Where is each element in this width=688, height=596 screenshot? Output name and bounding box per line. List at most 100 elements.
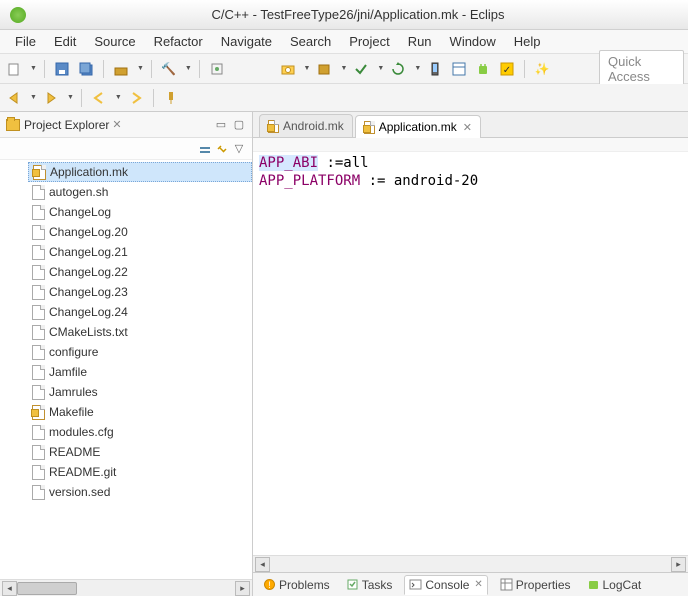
dropdown-icon[interactable]: ▼ xyxy=(340,65,347,72)
tree-item[interactable]: modules.cfg xyxy=(28,422,252,442)
menu-project[interactable]: Project xyxy=(340,34,398,49)
target-button[interactable] xyxy=(207,59,227,79)
quick-access-input[interactable]: Quick Access xyxy=(599,50,684,88)
tree-item-label: ChangeLog.24 xyxy=(49,305,128,319)
save-button[interactable] xyxy=(52,59,72,79)
project-explorer-title: Project Explorer xyxy=(24,118,109,132)
tree-item[interactable]: ChangeLog.22 xyxy=(28,262,252,282)
minimize-icon[interactable]: ▭ xyxy=(214,118,228,132)
scroll-left-button[interactable]: ◂ xyxy=(255,557,270,572)
menu-refactor[interactable]: Refactor xyxy=(145,34,212,49)
tree-item-label: ChangeLog.23 xyxy=(49,285,128,299)
tree-item[interactable]: ChangeLog.21 xyxy=(28,242,252,262)
bottom-tab-properties[interactable]: Properties xyxy=(496,576,575,594)
refresh-button[interactable] xyxy=(388,59,408,79)
scroll-thumb[interactable] xyxy=(17,582,77,595)
dropdown-icon[interactable]: ▼ xyxy=(377,65,384,72)
main-area: Project Explorer ✕ ▭ ▢ ▽ Application.mka… xyxy=(0,112,688,596)
layout-button[interactable] xyxy=(449,59,469,79)
tree-item-label: ChangeLog xyxy=(49,205,111,219)
project-explorer-tree[interactable]: Application.mkautogen.sh ChangeLog ChangeL… xyxy=(0,160,252,579)
code-area[interactable]: APP_ABI :=allAPP_PLATFORM := android-20 xyxy=(253,152,688,192)
menu-file[interactable]: File xyxy=(6,34,45,49)
nav-fwd-button[interactable] xyxy=(126,88,146,108)
tree-item-label: configure xyxy=(49,345,98,359)
tree-item[interactable]: ChangeLog.24 xyxy=(28,302,252,322)
tree-item[interactable]: Jamfile xyxy=(28,362,252,382)
bottom-tab-console[interactable]: Console✕ xyxy=(404,575,487,595)
file-icon xyxy=(32,205,45,220)
tree-item[interactable]: README.git xyxy=(28,462,252,482)
android-button[interactable] xyxy=(473,59,493,79)
tree-item[interactable]: ChangeLog xyxy=(28,202,252,222)
dropdown-icon[interactable]: ▼ xyxy=(30,94,37,101)
new-button[interactable] xyxy=(4,59,24,79)
menu-search[interactable]: Search xyxy=(281,34,340,49)
menu-icon[interactable]: ▽ xyxy=(232,142,246,156)
editor-content[interactable]: APP_ABI :=allAPP_PLATFORM := android-20 xyxy=(253,138,688,555)
bottom-tab-logcat[interactable]: LogCat xyxy=(583,576,646,594)
dropdown-icon[interactable]: ▼ xyxy=(414,65,421,72)
tree-item[interactable]: ChangeLog.20 xyxy=(28,222,252,242)
close-icon[interactable]: ✕ xyxy=(112,118,121,131)
scrollbar-horizontal[interactable]: ◂ ▸ xyxy=(253,555,688,572)
nav-back-button[interactable] xyxy=(89,88,109,108)
camera-button[interactable] xyxy=(278,59,298,79)
editor-tab[interactable]: Application.mk✕ xyxy=(355,115,481,138)
dropdown-icon[interactable]: ▼ xyxy=(115,94,122,101)
tree-item[interactable]: CMakeLists.txt xyxy=(28,322,252,342)
file-icon xyxy=(33,165,46,180)
phone-button[interactable] xyxy=(425,59,445,79)
menu-help[interactable]: Help xyxy=(505,34,550,49)
dropdown-icon[interactable]: ▼ xyxy=(137,65,144,72)
tree-item[interactable]: version.sed xyxy=(28,482,252,502)
code-line[interactable]: APP_ABI :=all xyxy=(259,154,682,172)
menu-navigate[interactable]: Navigate xyxy=(212,34,281,49)
scroll-track[interactable] xyxy=(270,557,671,572)
tree-item[interactable]: README xyxy=(28,442,252,462)
scroll-left-button[interactable]: ◂ xyxy=(2,581,17,596)
tree-item[interactable]: Jamrules xyxy=(28,382,252,402)
wand-button[interactable]: ✨ xyxy=(532,59,552,79)
pin-button[interactable] xyxy=(161,88,181,108)
bottom-tab-problems[interactable]: !Problems xyxy=(259,576,334,594)
back-button[interactable] xyxy=(4,88,24,108)
tree-item[interactable]: configure xyxy=(28,342,252,362)
tree-item[interactable]: ChangeLog.23 xyxy=(28,282,252,302)
scroll-track[interactable] xyxy=(17,581,235,596)
menu-window[interactable]: Window xyxy=(441,34,505,49)
scroll-right-button[interactable]: ▸ xyxy=(671,557,686,572)
tree-item-label: ChangeLog.20 xyxy=(49,225,128,239)
dropdown-icon[interactable]: ▼ xyxy=(304,65,311,72)
tree-item[interactable]: Application.mk xyxy=(28,162,252,182)
scroll-right-button[interactable]: ▸ xyxy=(235,581,250,596)
bottom-tab-label: Properties xyxy=(516,578,571,592)
save-all-button[interactable] xyxy=(76,59,96,79)
logcat-icon xyxy=(587,578,600,591)
menu-run[interactable]: Run xyxy=(399,34,441,49)
collapse-icon[interactable] xyxy=(198,142,212,156)
dropdown-icon[interactable]: ▼ xyxy=(67,94,74,101)
close-icon[interactable]: ✕ xyxy=(474,579,482,590)
lint-button[interactable]: ✓ xyxy=(497,59,517,79)
close-icon[interactable]: ✕ xyxy=(463,121,472,134)
link-icon[interactable] xyxy=(215,142,229,156)
package-button[interactable] xyxy=(314,59,334,79)
tree-item[interactable]: Makefile xyxy=(28,402,252,422)
check-button[interactable] xyxy=(351,59,371,79)
bottom-tab-tasks[interactable]: Tasks xyxy=(342,576,397,594)
menu-source[interactable]: Source xyxy=(85,34,144,49)
scrollbar-horizontal[interactable]: ◂ ▸ xyxy=(0,579,252,596)
code-line[interactable]: APP_PLATFORM := android-20 xyxy=(259,172,682,190)
build-button[interactable] xyxy=(111,59,131,79)
tree-item[interactable]: autogen.sh xyxy=(28,182,252,202)
dropdown-icon[interactable]: ▼ xyxy=(185,65,192,72)
hammer-button[interactable]: 🔨 xyxy=(159,59,179,79)
editor-tab[interactable]: Android.mk xyxy=(259,114,353,137)
console-icon xyxy=(409,578,422,591)
tree-item-label: Jamfile xyxy=(49,365,87,379)
dropdown-icon[interactable]: ▼ xyxy=(30,65,37,72)
menu-edit[interactable]: Edit xyxy=(45,34,85,49)
forward-button[interactable] xyxy=(41,88,61,108)
maximize-icon[interactable]: ▢ xyxy=(232,118,246,132)
